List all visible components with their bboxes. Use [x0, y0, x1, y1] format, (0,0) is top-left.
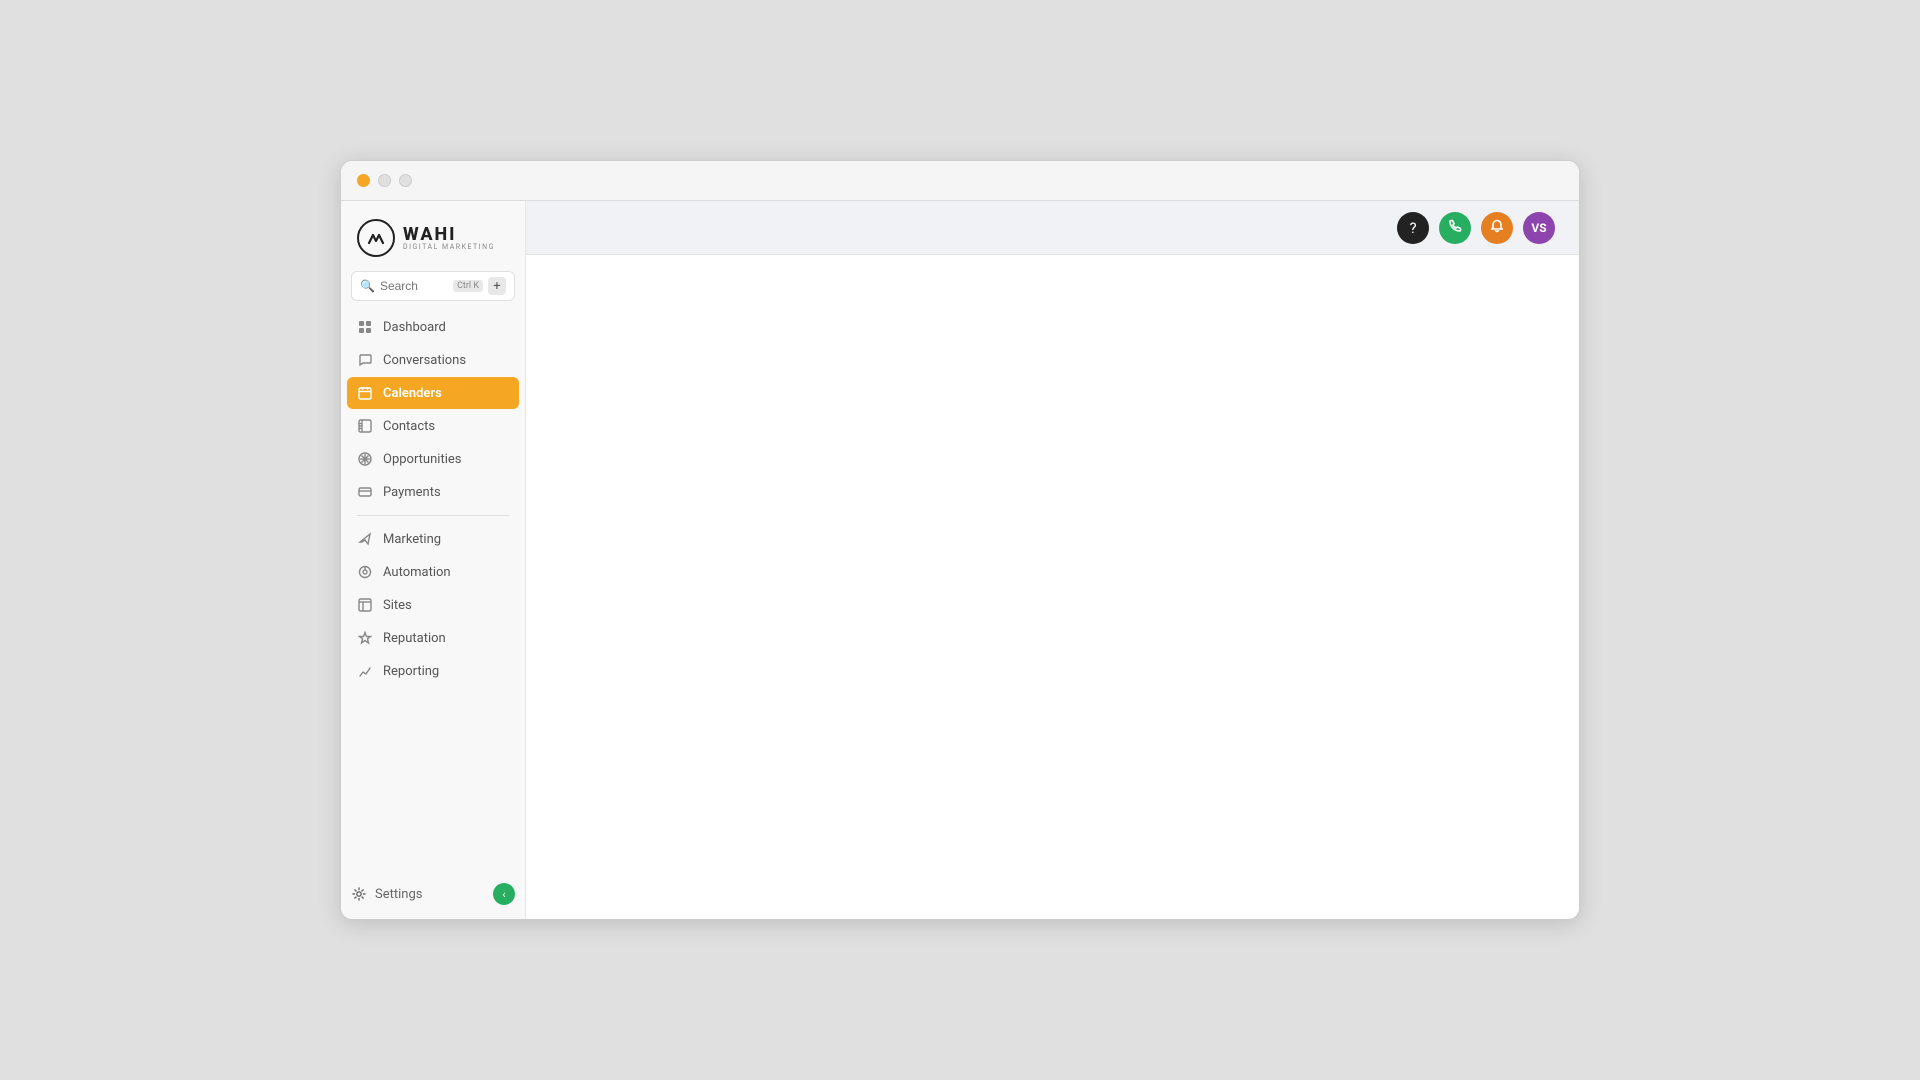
search-input[interactable]: [380, 279, 448, 293]
automation-icon: [357, 564, 373, 580]
bell-icon: [1490, 219, 1504, 237]
conversations-icon: [357, 352, 373, 368]
sidebar-label-payments: Payments: [383, 485, 441, 500]
settings-label: Settings: [375, 887, 422, 902]
traffic-light-close[interactable]: [357, 174, 370, 187]
sidebar-item-reputation[interactable]: Reputation: [347, 622, 519, 654]
nav-divider: [357, 515, 509, 516]
main-content: ?: [526, 201, 1579, 919]
search-bar[interactable]: 🔍 Ctrl K +: [351, 271, 515, 301]
reputation-icon: [357, 630, 373, 646]
sidebar-item-reporting[interactable]: Reporting: [347, 655, 519, 687]
settings-icon: [351, 886, 367, 902]
sidebar-item-marketing[interactable]: Marketing: [347, 523, 519, 555]
sidebar-label-opportunities: Opportunities: [383, 452, 461, 467]
marketing-icon: [357, 531, 373, 547]
sidebar-label-sites: Sites: [383, 598, 412, 613]
sidebar-label-contacts: Contacts: [383, 419, 435, 434]
sidebar-label-reputation: Reputation: [383, 631, 446, 646]
traffic-light-minimize[interactable]: [378, 174, 391, 187]
search-icon: 🔍: [360, 279, 375, 293]
reporting-icon: [357, 663, 373, 679]
avatar-initials: VS: [1531, 221, 1546, 235]
sidebar-item-dashboard[interactable]: Dashboard: [347, 311, 519, 343]
sidebar-item-automation[interactable]: Automation: [347, 556, 519, 588]
sidebar-collapse-button[interactable]: ‹: [493, 883, 515, 905]
avatar-button[interactable]: VS: [1523, 212, 1555, 244]
contacts-icon: [357, 418, 373, 434]
titlebar: [341, 161, 1579, 201]
payments-icon: [357, 484, 373, 500]
sites-icon: [357, 597, 373, 613]
help-button[interactable]: ?: [1397, 212, 1429, 244]
top-header: ?: [526, 201, 1579, 255]
search-add-button[interactable]: +: [488, 277, 506, 295]
calenders-icon: [357, 385, 373, 401]
sidebar-item-opportunities[interactable]: Opportunities: [347, 443, 519, 475]
opportunities-icon: [357, 451, 373, 467]
sidebar: WAHI DIGITAL MARKETING 🔍 Ctrl K +: [341, 201, 526, 919]
notifications-button[interactable]: [1481, 212, 1513, 244]
logo-main-text: WAHI: [403, 226, 495, 244]
sidebar-item-payments[interactable]: Payments: [347, 476, 519, 508]
sidebar-label-automation: Automation: [383, 565, 451, 580]
content-area: [526, 255, 1579, 919]
sidebar-bottom: Settings ‹: [341, 873, 525, 919]
help-icon: ?: [1409, 219, 1416, 237]
sidebar-label-reporting: Reporting: [383, 664, 439, 679]
sidebar-label-calenders: Calenders: [383, 386, 442, 401]
sidebar-item-calenders[interactable]: Calenders: [347, 377, 519, 409]
logo-icon: [357, 219, 395, 257]
traffic-light-maximize[interactable]: [399, 174, 412, 187]
logo-text: WAHI DIGITAL MARKETING: [403, 226, 495, 251]
settings-button[interactable]: Settings: [351, 886, 422, 902]
phone-icon: [1448, 219, 1462, 237]
nav-primary: Dashboard Conversations: [341, 311, 525, 873]
sidebar-label-dashboard: Dashboard: [383, 320, 446, 335]
browser-body: WAHI DIGITAL MARKETING 🔍 Ctrl K +: [341, 201, 1579, 919]
logo-area: WAHI DIGITAL MARKETING: [341, 201, 525, 271]
dashboard-icon: [357, 319, 373, 335]
sidebar-label-conversations: Conversations: [383, 353, 466, 368]
sidebar-item-conversations[interactable]: Conversations: [347, 344, 519, 376]
search-shortcut-badge: Ctrl K: [453, 280, 483, 292]
sidebar-label-marketing: Marketing: [383, 532, 441, 547]
phone-button[interactable]: [1439, 212, 1471, 244]
logo-sub-text: DIGITAL MARKETING: [403, 244, 495, 251]
sidebar-item-contacts[interactable]: Contacts: [347, 410, 519, 442]
browser-window: WAHI DIGITAL MARKETING 🔍 Ctrl K +: [340, 160, 1580, 920]
sidebar-item-sites[interactable]: Sites: [347, 589, 519, 621]
